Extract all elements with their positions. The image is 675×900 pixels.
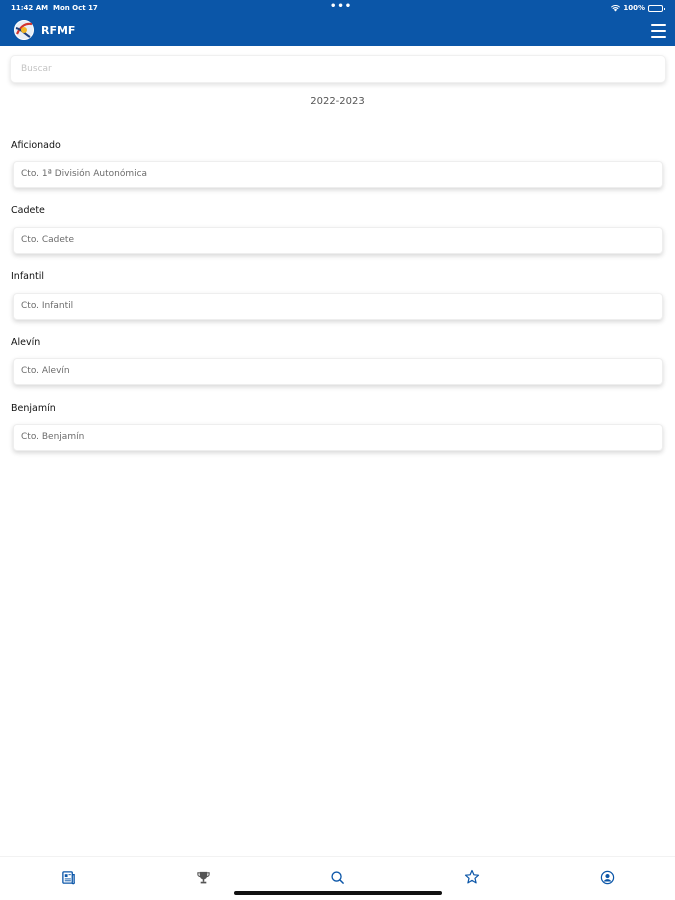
status-time: 11:42 AM Mon Oct 17 [11,4,98,12]
section-label-benjamin: Benjamín [11,403,56,414]
trophy-icon [196,871,210,883]
rfmf-logo-icon[interactable] [13,19,35,41]
tab-profile[interactable] [596,866,618,888]
competition-item-cadete[interactable]: Cto. Cadete [13,227,663,254]
search-icon [330,870,344,884]
competition-name: Cto. Alevín [21,366,70,376]
app-title: RFMF [41,24,76,37]
competition-item-infantil[interactable]: Cto. Infantil [13,293,663,320]
section-label-alevin: Alevín [11,337,41,348]
menu-line [651,24,666,27]
section-label-aficionado: Aficionado [11,140,61,151]
tab-competitions[interactable] [192,866,214,888]
tab-search[interactable] [326,866,348,888]
search-input[interactable]: Buscar [10,55,666,83]
multitasking-dots[interactable]: ••• [330,1,352,12]
competition-name: Cto. 1ª División Autonómica [21,169,148,179]
search-placeholder: Buscar [21,64,52,74]
app-bar: RFMF [0,16,675,46]
competition-item-benjamin[interactable]: Cto. Benjamín [13,424,663,451]
news-icon [61,870,75,884]
season-label: 2022-2023 [310,96,365,107]
home-indicator[interactable] [234,891,442,895]
competition-name: Cto. Cadete [21,235,74,245]
user-icon [600,870,614,884]
tab-news[interactable] [57,866,79,888]
section-label-cadete: Cadete [11,205,45,216]
top-bar: 11:42 AM Mon Oct 17 ••• 100% RFMF [0,0,675,46]
competition-name: Cto. Infantil [21,301,74,311]
wifi-icon [611,4,621,11]
competition-item-aficionado[interactable]: Cto. 1ª División Autonómica [13,161,663,188]
menu-line [651,35,666,38]
tab-favorites[interactable] [461,866,483,888]
battery-percent: 100% [623,4,645,12]
status-bar: 11:42 AM Mon Oct 17 ••• 100% [0,0,675,16]
section-label-infantil: Infantil [11,271,45,282]
status-right: 100% [611,4,665,12]
battery-icon [648,4,665,12]
competition-item-alevin[interactable]: Cto. Alevín [13,358,663,385]
menu-line [651,29,666,33]
competition-name: Cto. Benjamín [21,432,85,442]
star-icon [464,869,480,884]
menu-button[interactable] [651,24,666,38]
